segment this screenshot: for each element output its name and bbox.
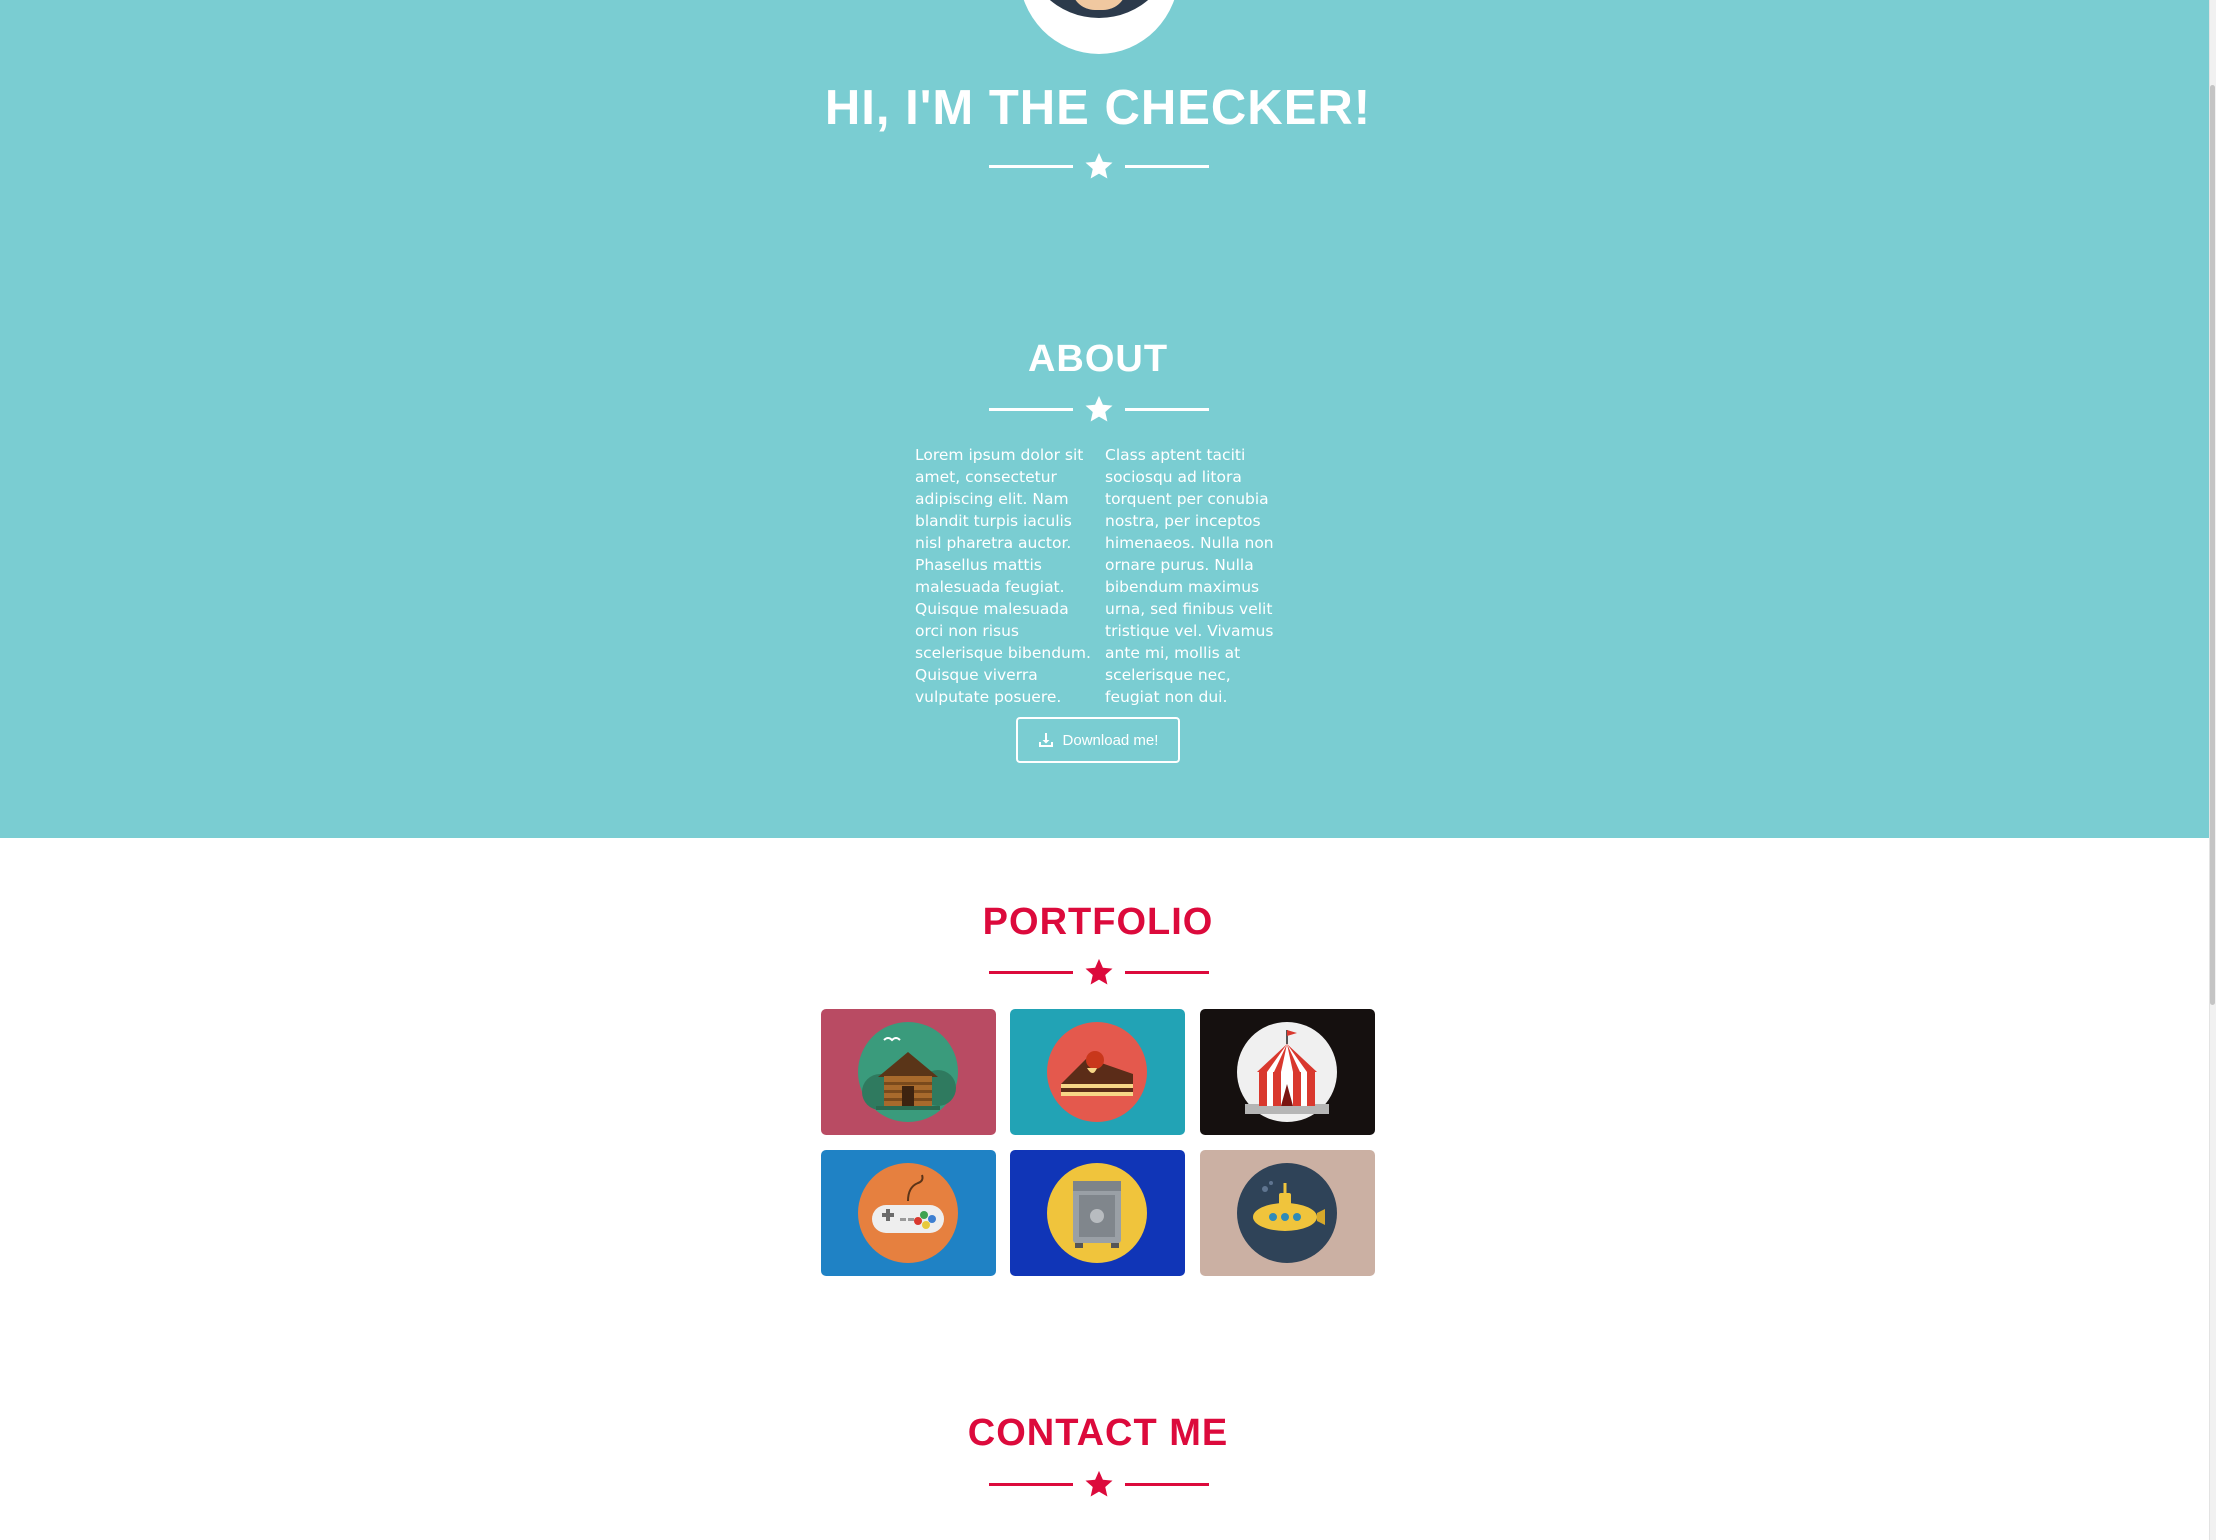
divider-line bbox=[1125, 971, 1209, 974]
submarine-icon bbox=[1237, 1163, 1337, 1263]
about-title: ABOUT bbox=[1027, 338, 1169, 380]
divider-line bbox=[1125, 408, 1209, 411]
game-controller-icon bbox=[858, 1163, 958, 1263]
portfolio-item-cake[interactable] bbox=[1010, 1009, 1185, 1135]
portfolio-item-safe[interactable] bbox=[1010, 1150, 1185, 1276]
hero-divider bbox=[989, 151, 1209, 181]
download-icon bbox=[1038, 733, 1053, 747]
download-button[interactable]: Download me! bbox=[1016, 717, 1180, 763]
star-icon bbox=[1085, 958, 1113, 985]
portfolio-divider bbox=[989, 957, 1209, 987]
divider-line bbox=[989, 1483, 1073, 1486]
portfolio-title: PORTFOLIO bbox=[982, 901, 1214, 943]
scrollbar[interactable] bbox=[2209, 0, 2216, 1540]
divider-line bbox=[989, 971, 1073, 974]
cake-icon bbox=[1047, 1022, 1147, 1122]
hero-title: HI, I'M THE CHECKER! bbox=[824, 81, 1372, 135]
divider-line bbox=[1125, 1483, 1209, 1486]
portfolio-item-controller[interactable] bbox=[821, 1150, 996, 1276]
about-divider bbox=[989, 394, 1209, 424]
cabin-icon bbox=[858, 1022, 958, 1122]
scrollbar-thumb[interactable] bbox=[2210, 85, 2215, 1005]
star-icon bbox=[1085, 1470, 1113, 1497]
safe-icon bbox=[1047, 1163, 1147, 1263]
about-text-right: Class aptent taciti sociosqu ad litora t… bbox=[1105, 446, 1274, 706]
divider-line bbox=[1125, 165, 1209, 168]
download-label: Download me! bbox=[1062, 731, 1159, 749]
portfolio-item-circus[interactable] bbox=[1200, 1009, 1375, 1135]
about-section: HI, I'M THE CHECKER! ABOUT Lorem ipsum d… bbox=[0, 0, 2210, 838]
about-text-left: Lorem ipsum dolor sit amet, consectetur … bbox=[915, 446, 1091, 706]
portfolio-item-submarine[interactable] bbox=[1200, 1150, 1375, 1276]
portfolio-item-cabin[interactable] bbox=[821, 1009, 996, 1135]
avatar bbox=[1019, 0, 1179, 54]
circus-tent-icon bbox=[1237, 1022, 1337, 1122]
page: HI, I'M THE CHECKER! ABOUT Lorem ipsum d… bbox=[0, 0, 2216, 1540]
divider-line bbox=[989, 408, 1073, 411]
star-icon bbox=[1085, 152, 1113, 179]
star-icon bbox=[1085, 395, 1113, 422]
divider-line bbox=[989, 165, 1073, 168]
contact-title: CONTACT ME bbox=[967, 1412, 1229, 1454]
contact-divider bbox=[989, 1469, 1209, 1499]
